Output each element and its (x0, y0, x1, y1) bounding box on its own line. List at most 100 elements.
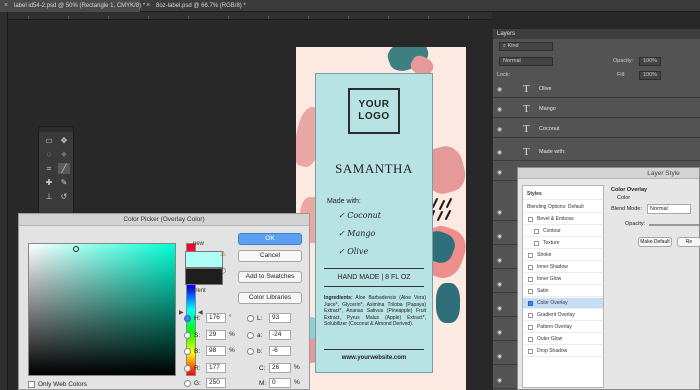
only-web-colors-checkbox[interactable] (28, 381, 35, 388)
style-item-inner-glow[interactable]: Inner Glow (523, 274, 603, 285)
brush-tool-icon[interactable]: ✎ (58, 177, 70, 188)
style-item-satin[interactable]: Satin (523, 286, 603, 297)
crop-tool-icon[interactable]: ⌗ (43, 163, 55, 174)
healing-brush-icon[interactable]: ✚ (43, 177, 55, 188)
style-item-contour[interactable]: Contour (523, 226, 603, 237)
style-checkbox[interactable] (528, 217, 533, 222)
visibility-eye-icon[interactable]: ◉ (497, 149, 502, 156)
style-item-color-overlay[interactable]: Color Overlay (523, 298, 603, 309)
color-field-cursor[interactable] (73, 246, 79, 252)
style-checkbox[interactable] (534, 229, 539, 234)
style-item-inner-shadow[interactable]: Inner Shadow (523, 262, 603, 273)
visibility-eye-icon[interactable]: ◉ (497, 209, 502, 216)
opacity-slider[interactable] (649, 224, 699, 226)
style-checkbox[interactable] (534, 241, 539, 246)
move-tool-icon[interactable]: ✥ (58, 135, 70, 146)
brightness-radio[interactable] (184, 348, 191, 355)
styles-header[interactable]: Styles (523, 189, 603, 200)
b-channel-input[interactable]: -6 (269, 346, 291, 356)
fill-input[interactable]: 100% (639, 71, 661, 80)
close-tab-icon[interactable]: × (146, 0, 150, 12)
visibility-eye-icon[interactable]: ◉ (497, 106, 502, 113)
style-checkbox[interactable] (528, 265, 533, 270)
ok-button[interactable]: OK (238, 233, 302, 245)
visibility-eye-icon[interactable]: ◉ (497, 233, 502, 240)
visibility-eye-icon[interactable]: ◉ (497, 169, 502, 176)
style-item-texture[interactable]: Texture (523, 238, 603, 249)
saturation-input[interactable]: 29 (206, 330, 226, 340)
saturation-radio[interactable] (184, 332, 191, 339)
product-label[interactable]: YOUR LOGO SAMANTHA Made with: ✓ Coconut … (315, 73, 433, 373)
blending-options-item[interactable]: Blending Options: Default (523, 202, 603, 213)
style-checkbox[interactable] (528, 325, 533, 330)
style-checkbox[interactable] (528, 277, 533, 282)
dialog-title[interactable]: Layer Style (518, 168, 699, 179)
visibility-eye-icon[interactable]: ◉ (497, 126, 502, 133)
style-checkbox[interactable] (528, 313, 533, 318)
cancel-button[interactable]: Cancel (238, 250, 302, 262)
make-default-button[interactable]: Make Default (638, 237, 672, 247)
reset-to-default-button[interactable]: Re (677, 237, 700, 247)
blend-mode-dropdown[interactable]: Normal (499, 57, 553, 66)
horizontal-ruler[interactable] (8, 12, 492, 20)
add-to-swatches-button[interactable]: Add to Swatches (238, 271, 302, 283)
marquee-tool-icon[interactable]: ▭ (43, 135, 55, 146)
red-radio[interactable] (184, 365, 191, 372)
green-radio[interactable] (184, 380, 191, 387)
b-channel-radio[interactable] (247, 348, 254, 355)
stamp-tool-icon[interactable]: ⊥ (43, 191, 55, 202)
tab-8oz-label[interactable]: × 8oz-label.psd @ 66.7% (RGB/8) * (142, 0, 282, 12)
web-safe-cube-icon[interactable]: ⬡ (220, 267, 226, 275)
layers-panel-title[interactable]: Layers (493, 29, 700, 39)
style-checkbox[interactable] (528, 253, 533, 258)
visibility-eye-icon[interactable]: ◉ (497, 86, 502, 93)
brightness-input[interactable]: 98 (206, 346, 226, 356)
magenta-input[interactable]: 0 (269, 378, 291, 388)
eyedropper-tool-icon[interactable]: ╱ (58, 163, 70, 174)
hue-radio[interactable] (184, 315, 191, 322)
cyan-input[interactable]: 26 (269, 363, 291, 373)
style-item-bevel[interactable]: Bevel & Emboss (523, 214, 603, 225)
lightness-radio[interactable] (247, 315, 254, 322)
hue-input[interactable]: 176 (206, 313, 226, 323)
close-tab-icon[interactable]: × (4, 0, 8, 12)
layer-row[interactable]: ◉ T Mango (493, 101, 700, 118)
visibility-eye-icon[interactable]: ◉ (497, 377, 502, 384)
visibility-eye-icon[interactable]: ◉ (497, 353, 502, 360)
style-item-outer-glow[interactable]: Outer Glow (523, 334, 603, 345)
lasso-tool-icon[interactable]: ◌ (43, 149, 55, 160)
visibility-eye-icon[interactable]: ◉ (497, 305, 502, 312)
hue-slider-left-arrow-icon[interactable]: ▶ (179, 309, 184, 316)
visibility-eye-icon[interactable]: ◉ (497, 257, 502, 264)
blend-mode-select[interactable]: Normal (647, 204, 691, 214)
style-checkbox[interactable] (528, 289, 533, 294)
lightness-input[interactable]: 93 (269, 313, 291, 323)
gamut-warning-icon[interactable]: ⚠ (220, 250, 226, 258)
red-input[interactable]: 177 (206, 363, 226, 373)
visibility-eye-icon[interactable]: ◉ (497, 281, 502, 288)
a-channel-input[interactable]: -24 (269, 330, 291, 340)
a-channel-radio[interactable] (247, 332, 254, 339)
style-item-pattern-overlay[interactable]: Pattern Overlay (523, 322, 603, 333)
style-checkbox[interactable] (528, 301, 533, 306)
layer-row[interactable]: ◉ T Made with: (493, 144, 700, 161)
tab-label-id54[interactable]: × label id54-2.psd @ 50% (Rectangle 1, C… (0, 0, 145, 12)
opacity-input[interactable]: 100% (639, 57, 661, 66)
color-libraries-button[interactable]: Color Libraries (238, 292, 302, 304)
layer-row[interactable]: ◉ T Coconut (493, 121, 700, 138)
history-brush-icon[interactable]: ↺ (58, 191, 70, 202)
magic-wand-icon[interactable]: ✧ (58, 149, 70, 160)
style-checkbox[interactable] (528, 337, 533, 342)
visibility-eye-icon[interactable]: ◉ (497, 329, 502, 336)
saturation-brightness-field[interactable] (28, 243, 176, 376)
kind-filter-dropdown[interactable]: ⌕ Kind (499, 42, 553, 51)
style-item-gradient-overlay[interactable]: Gradient Overlay (523, 310, 603, 321)
layer-row[interactable]: ◉ T Olive (493, 81, 700, 98)
style-item-drop-shadow[interactable]: Drop Shadow (523, 346, 603, 357)
vertical-ruler[interactable] (0, 12, 8, 390)
dialog-title[interactable]: Color Picker (Overlay Color) (19, 214, 309, 226)
style-checkbox[interactable] (528, 349, 533, 354)
current-color-swatch[interactable] (185, 268, 223, 285)
style-item-stroke[interactable]: Stroke (523, 250, 603, 261)
tools-panel-header[interactable] (39, 127, 73, 132)
